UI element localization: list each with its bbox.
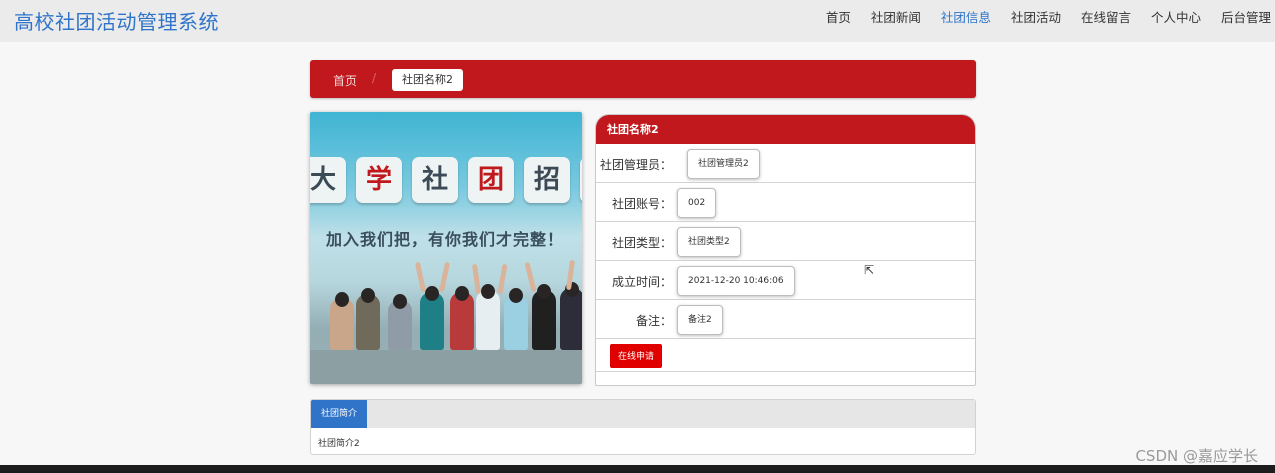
top-navbar: 高校社团活动管理系统 首页 社团新闻 社团信息 社团活动 在线留言 个人中心 后… [0,0,1275,42]
field-row-admin: 社团管理员： 社团管理员2 [596,144,975,183]
action-row: 在线申请 [596,339,975,372]
field-value-remark: 备注2 [677,305,723,335]
nav-home[interactable]: 首页 [826,7,851,26]
field-value-account: 002 [677,188,717,218]
field-row-remark: 备注： 备注2 [596,300,975,339]
apply-online-button[interactable]: 在线申请 [610,344,663,368]
breadcrumb-current: 社团名称2 [392,69,463,91]
mouse-cursor-icon: ⇱ [864,263,875,277]
club-intro-section: 社团简介 社团简介2 [310,399,976,455]
field-value-founded: 2021-12-20 10:46:06 [677,266,795,296]
main-nav: 首页 社团新闻 社团信息 社团活动 在线留言 个人中心 后台管理 [806,0,1271,32]
club-intro-content: 社团简介2 [318,439,360,449]
field-row-account: 社团账号： 002 [596,183,975,222]
field-label: 社团管理员： [599,158,672,172]
field-label: 社团类型： [611,236,672,250]
club-poster-image: 大 学 社 团 招 新 加入我们把，有你我们才完整！ [310,112,582,384]
field-label: 社团账号： [611,197,672,211]
poster-char-tile: 学 [356,157,402,203]
intro-tab-bar: 社团简介 [311,400,975,428]
nav-club-info[interactable]: 社团信息 [941,7,991,26]
breadcrumb-separator: / [372,71,377,85]
breadcrumb-home-link[interactable]: 首页 [333,72,357,89]
field-row-type: 社团类型： 社团类型2 [596,222,975,261]
nav-messages[interactable]: 在线留言 [1081,7,1131,26]
site-brand[interactable]: 高校社团活动管理系统 [14,6,219,35]
bottom-bar [0,465,1275,473]
poster-char-tile: 大 [310,157,346,203]
poster-char-tile: 团 [468,157,514,203]
poster-char-tile: 招 [524,157,570,203]
field-value-admin: 社团管理员2 [687,149,760,179]
club-detail-panel: 社团名称2 社团管理员： 社团管理员2 社团账号： 002 社团类型： 社团类型… [595,114,976,386]
field-row-founded: 成立时间： 2021-12-20 10:46:06 [596,261,975,300]
poster-char-tile: 社 [412,157,458,203]
nav-activities[interactable]: 社团活动 [1011,7,1061,26]
poster-headline: 大 学 社 团 招 新 [310,157,582,203]
field-label: 备注： [635,314,672,328]
nav-news[interactable]: 社团新闻 [871,7,921,26]
nav-profile[interactable]: 个人中心 [1151,7,1201,26]
poster-char-tile: 新 [580,157,582,203]
breadcrumb: 首页 / 社团名称2 [310,60,976,98]
poster-slogan: 加入我们把，有你我们才完整！ [326,230,565,249]
nav-admin[interactable]: 后台管理 [1221,7,1271,26]
field-value-type: 社团类型2 [677,227,741,257]
poster-wall [310,350,582,384]
csdn-watermark: CSDN @嘉应学长 [1135,447,1258,465]
field-label: 成立时间： [611,275,672,289]
club-detail-title: 社团名称2 [596,115,975,144]
tab-club-intro[interactable]: 社团简介 [311,400,368,428]
